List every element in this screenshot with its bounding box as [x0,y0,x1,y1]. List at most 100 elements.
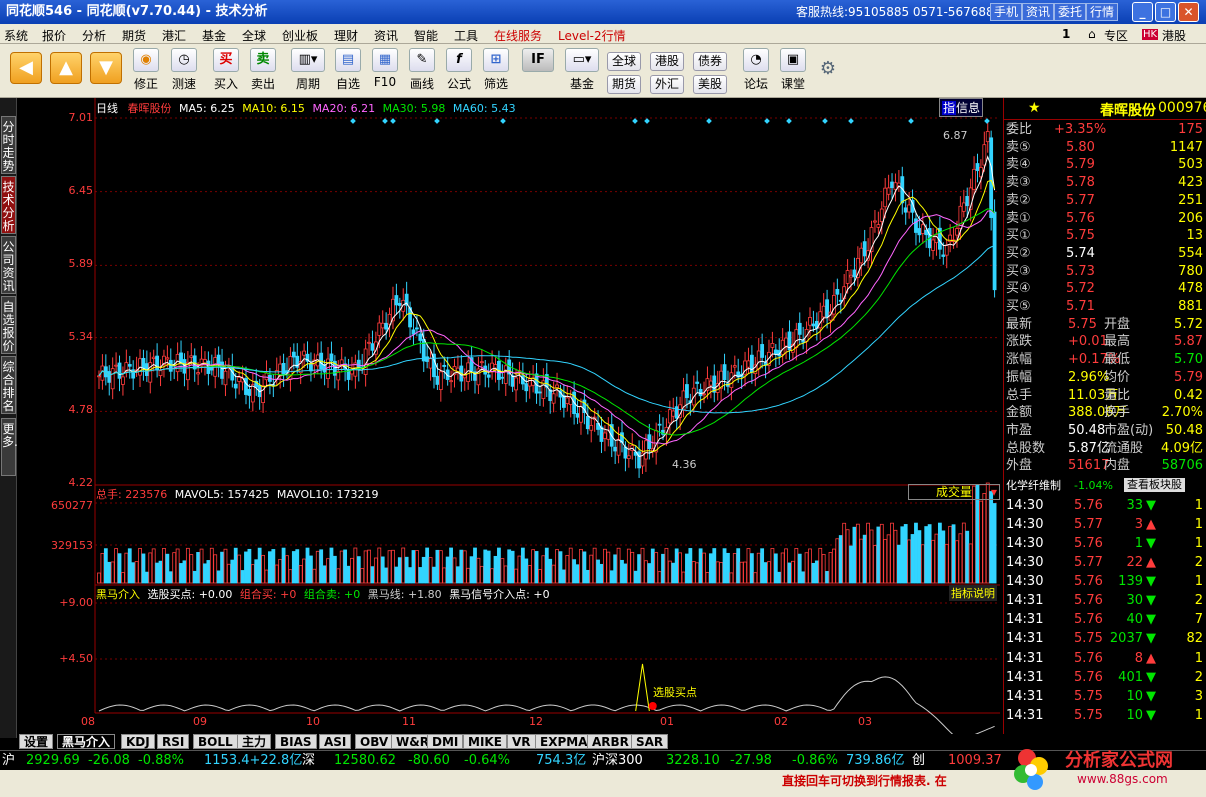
up-arrow-icon[interactable]: ▲ [50,52,82,84]
volume-bar [165,553,170,584]
indicator-tab[interactable]: BIAS [275,734,317,749]
sh-pct: -0.88% [138,753,184,768]
phone-button[interactable]: 手机 [990,3,1023,21]
global-button[interactable]: 全球 [607,52,641,71]
volume-select[interactable]: 成交量 ▾ [908,484,1000,500]
indicator-tab[interactable]: KDJ [121,734,155,749]
tab-ranking[interactable]: 综合排名 [1,356,16,414]
minimize-icon[interactable]: _ [1132,2,1153,22]
menu-level2[interactable]: Level-2行情 [558,27,626,44]
tab-technical[interactable]: 技术分析 [1,176,16,234]
forex-button[interactable]: 外汇 [650,75,684,94]
indicator-tab[interactable]: SAR [631,734,669,749]
indicator-tab[interactable]: 黑马介入 [57,734,116,749]
menu-futures[interactable]: 期货 [122,27,146,44]
view-sector-button[interactable]: 查看板块股 [1124,478,1185,492]
menu-gem[interactable]: 创业板 [282,27,318,44]
volume-bar [483,549,488,584]
menu-analysis[interactable]: 分析 [82,27,106,44]
status-message: 直接回车可切换到行情报表. 在 [782,774,947,788]
period-button[interactable]: ▥▾ 周期 [290,48,326,94]
indicator-explain-button[interactable]: 指标说明 [949,585,997,601]
futures-button[interactable]: 期货 [607,75,641,94]
menu-finance[interactable]: 理财 [334,27,358,44]
f10-button[interactable]: ▦ F10 [367,48,403,94]
menu-fund[interactable]: 基金 [202,27,226,44]
candle-body [107,371,112,383]
candle-body [189,355,194,358]
indicator-tab[interactable]: ARBR [587,734,634,749]
volume-bar [756,552,761,584]
volume-bar [548,558,553,584]
menu-hk[interactable]: 港汇 [162,27,186,44]
volume-bar [490,568,494,584]
tab-watchlist[interactable]: 自选报价 [1,296,16,354]
maximize-icon[interactable]: □ [1155,2,1176,22]
hkstock-button[interactable]: 港股 [650,52,684,71]
candle-body [671,410,676,417]
tab-more[interactable]: 更多... [1,418,25,476]
back-arrow-icon[interactable]: ◀ [10,52,42,84]
fix-button[interactable]: ◉ 修正 [128,48,164,94]
menu-tools[interactable]: 工具 [454,27,478,44]
volume-bar [110,561,115,584]
star-icon[interactable]: ★ [1028,100,1041,116]
usstock-button[interactable]: 美股 [693,75,727,94]
tick-row: 14:31 5.76 40 ▼ 7 [1006,612,1203,628]
menu-system[interactable]: 系统 [4,27,28,44]
menu-service[interactable]: 在线服务 [494,27,542,44]
forum-button[interactable]: ◔ 论坛 [738,48,774,94]
indicator-tab[interactable]: OBV [355,734,394,749]
if-button[interactable]: IF [520,48,556,94]
indicator-tab[interactable]: BOLL [193,734,238,749]
buy-button[interactable]: 买买入 [208,48,244,94]
sh-change: -26.08 [88,753,130,768]
menu-global[interactable]: 全球 [242,27,266,44]
indicator-tab[interactable]: DMI [427,734,464,749]
fund-button[interactable]: ▭▾ 基金 [562,48,602,94]
volume-bar [715,561,720,584]
volume-bar [206,560,211,584]
indicator-tab[interactable]: VR [507,734,536,749]
indicator-tab[interactable]: ASI [319,734,352,749]
tab-company-news[interactable]: 公司资讯 [1,236,16,294]
market-button[interactable]: 行情 [1086,3,1119,21]
watchlist-button[interactable]: ▤ 自选 [330,48,366,94]
trade-button[interactable]: 委托 [1054,3,1087,21]
news-button[interactable]: 资讯 [1022,3,1055,21]
menu-quote[interactable]: 报价 [42,27,66,44]
candle-body [613,446,618,452]
menu-smart[interactable]: 智能 [414,27,438,44]
volume-bar [705,572,710,584]
volume-bar [339,550,344,584]
filter-icon: ⊞ [483,48,509,72]
indicator-tab[interactable]: EXPMA [535,734,593,749]
hk-link[interactable]: 港股 [1162,27,1186,44]
bond-button[interactable]: 债券 [693,52,727,71]
volume-bar [726,552,730,584]
volume-bar [633,570,638,584]
indicator-tab[interactable]: 主力 [237,734,272,749]
class-button[interactable]: ▣ 课堂 [775,48,811,94]
home-icon[interactable]: ⌂ [1088,27,1096,41]
kline-chart[interactable] [17,98,1002,734]
sh-amount: 1153.4+22.8亿 [204,753,303,768]
filter-button[interactable]: ⊞ 筛选 [478,48,514,94]
volume-bar [852,526,857,584]
speedtest-button[interactable]: ◷ 测速 [166,48,202,94]
draw-line-button[interactable]: ✎ 画线 [404,48,440,94]
tab-timeshare[interactable]: 分时走势 [1,116,16,174]
menu-news[interactable]: 资讯 [374,27,398,44]
sell-button[interactable]: 卖卖出 [245,48,281,94]
candle-body [585,415,590,430]
formula-button[interactable]: f 公式 [441,48,477,94]
stock-name: 春晖股份 [1100,103,1156,119]
indicator-tab[interactable]: RSI [157,734,190,749]
indicator-tab[interactable]: MIKE [463,734,507,749]
info-button[interactable]: 指信息 [939,98,984,117]
zone-link[interactable]: 专区 [1104,27,1128,44]
indicator-tab[interactable]: 设置 [19,734,54,749]
cy-index: 1009.37 [948,753,1002,768]
down-arrow-icon[interactable]: ▼ [90,52,122,84]
close-icon[interactable]: ✕ [1178,2,1199,22]
